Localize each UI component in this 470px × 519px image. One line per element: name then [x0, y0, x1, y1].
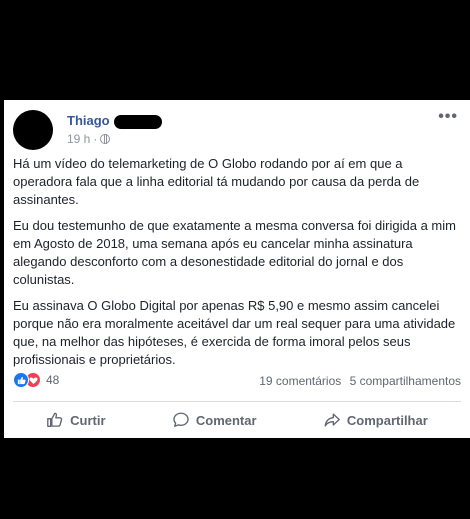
shares-count[interactable]: 5 compartilhamentos — [350, 374, 461, 388]
reaction-count: 48 — [46, 373, 60, 387]
comment-icon — [173, 412, 189, 427]
meta-separator: · — [93, 132, 98, 146]
divider — [13, 401, 461, 402]
thumbs-up-icon — [13, 372, 29, 388]
more-options-icon[interactable]: ••• — [438, 108, 458, 126]
redacted-name-bar — [114, 115, 162, 129]
post-time[interactable]: 19 h — [67, 132, 90, 146]
post-meta: 19 h · — [67, 132, 111, 146]
comments-count[interactable]: 19 comentários — [259, 374, 341, 388]
post-paragraph: Há um vídeo do telemarketing de O Globo … — [13, 156, 420, 207]
comment-label: Comentar — [195, 412, 257, 428]
share-icon — [324, 413, 340, 427]
avatar[interactable] — [13, 110, 53, 150]
comment-button[interactable]: Comentar — [162, 407, 267, 433]
globe-icon[interactable] — [100, 134, 111, 144]
share-label: Compartilhar — [346, 412, 428, 428]
facebook-post: Thiago 19 h · ••• Há um vídeo do telemar… — [4, 100, 470, 438]
share-button[interactable]: Compartilhar — [313, 407, 438, 433]
like-button[interactable]: Curtir — [36, 407, 115, 433]
author-name[interactable]: Thiago — [67, 113, 110, 128]
post-stats: 48 19 comentários 5 compartilhamentos — [13, 372, 461, 392]
post-paragraph: Eu dou testemunho de que exatamente a me… — [13, 218, 456, 287]
post-paragraph: Eu assinava O Globo Digital por apenas R… — [13, 298, 456, 367]
action-bar: Curtir Comentar Compartilhar — [13, 405, 461, 435]
post-header: Thiago 19 h · — [13, 108, 463, 150]
like-label: Curtir — [70, 412, 106, 428]
post-text: Há um vídeo do telemarketing de O Globo … — [13, 155, 461, 377]
reactions-summary[interactable]: 48 — [13, 372, 59, 388]
engagement-counts: 19 comentários 5 compartilhamentos — [254, 374, 461, 388]
thumbs-up-icon — [47, 412, 63, 427]
